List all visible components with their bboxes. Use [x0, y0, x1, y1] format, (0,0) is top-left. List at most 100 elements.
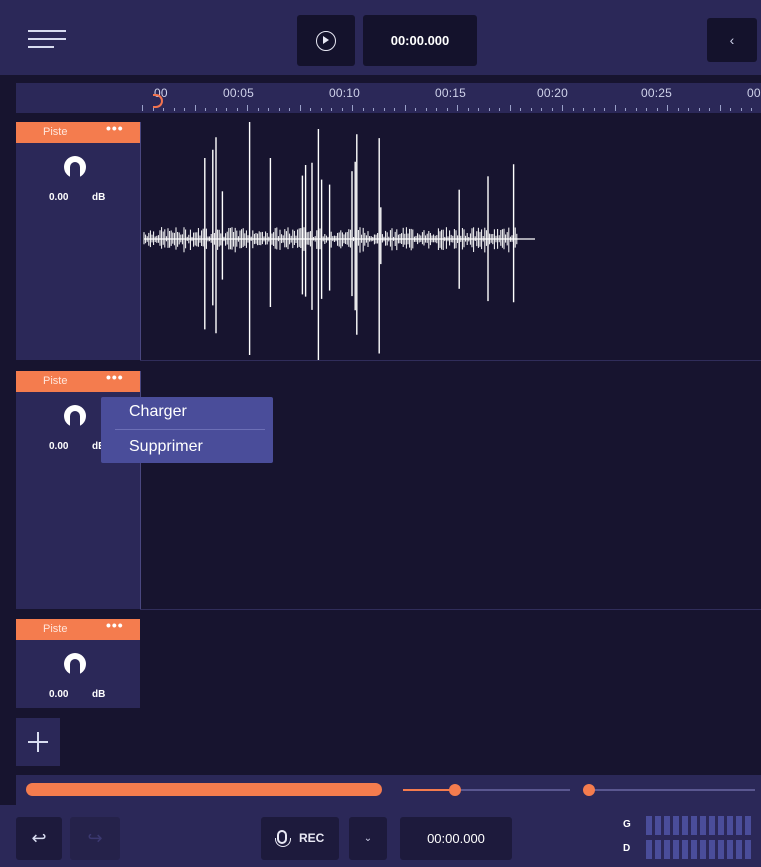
ruler-tick [278, 108, 280, 111]
audio-waveform[interactable] [140, 122, 761, 360]
menu-item-delete[interactable]: Supprimer [129, 438, 203, 456]
ruler-tick [488, 108, 490, 111]
chevron-down-icon: ⌄ [363, 833, 373, 844]
track-name: Piste [43, 126, 68, 138]
ruler-tick [499, 108, 500, 111]
track-name-bar[interactable]: Piste ••• [16, 120, 140, 143]
ruler-tick [614, 105, 616, 111]
gain-knob-icon[interactable] [64, 405, 86, 427]
meter-segment [646, 840, 652, 859]
ruler-tick [415, 108, 416, 111]
ruler-label: 00 [747, 86, 761, 100]
meter-segment [745, 840, 751, 859]
ruler-tick [698, 108, 700, 111]
track-options-button[interactable]: ••• [106, 617, 136, 635]
ruler-tick [751, 108, 752, 111]
ruler-tick [142, 105, 143, 111]
meter-segment [700, 816, 706, 835]
ruler-tick [677, 108, 679, 111]
ruler-tick [572, 108, 574, 111]
undo-button[interactable]: ↩ [16, 817, 62, 860]
ruler-tick [656, 108, 658, 111]
meter-segment [673, 816, 679, 835]
record-button[interactable]: REC [261, 817, 339, 860]
ruler-tick [562, 105, 563, 111]
ruler-tick [194, 105, 196, 111]
ruler-tick [331, 108, 332, 111]
meter-segment [745, 816, 751, 835]
ruler-tick [257, 108, 259, 111]
bottom-toolbar: ↩ ↪ REC ⌄ 00:00.000 G D [0, 805, 761, 867]
volume-slider-track[interactable] [585, 789, 755, 791]
gain-value: 0.00 [49, 441, 69, 452]
meter-segment [718, 816, 724, 835]
ruler-tick [268, 108, 269, 111]
ruler-tick [152, 108, 154, 111]
redo-icon: ↪ [87, 828, 103, 848]
ruler-tick [457, 105, 458, 111]
chevron-left-icon: ‹ [729, 32, 735, 48]
play-button[interactable] [297, 15, 355, 66]
ruler-tick [163, 108, 164, 111]
collapse-panel-button[interactable]: ‹ [707, 18, 757, 62]
ruler-tick [205, 108, 206, 111]
meter-right-label: D [623, 843, 631, 854]
track-name: Piste [43, 623, 68, 635]
level-meter-left [646, 816, 754, 835]
track-name-bar[interactable]: Piste ••• [16, 369, 140, 392]
horizontal-scroll-thumb[interactable] [26, 783, 382, 796]
gain-value: 0.00 [49, 192, 69, 203]
timeline-ruler[interactable]: 00 00:05 00:10 00:15 00:20 00:25 00 [16, 83, 761, 113]
track-options-button[interactable]: ••• [106, 120, 136, 138]
track-name: Piste [43, 375, 68, 387]
ruler-tick [541, 108, 542, 111]
record-time: 00:00.000 [400, 817, 512, 860]
track-separator [140, 360, 761, 361]
ruler-tick [320, 108, 322, 111]
ruler-label: 00:25 [641, 86, 673, 100]
ruler-tick [467, 108, 469, 111]
redo-button[interactable]: ↪ [70, 817, 120, 860]
ruler-label: 00:15 [435, 86, 467, 100]
ruler-tick [173, 108, 175, 111]
ruler-label: 00:20 [537, 86, 569, 100]
ruler-tick [478, 108, 479, 111]
hamburger-icon[interactable] [16, 15, 76, 60]
track-header: Piste ••• 0.00 dB [16, 120, 140, 360]
ruler-tick [362, 108, 364, 111]
track-separator [140, 609, 761, 610]
zoom-slider-thumb[interactable] [449, 784, 461, 796]
record-options-button[interactable]: ⌄ [349, 817, 387, 860]
gain-unit: dB [92, 689, 106, 700]
gain-knob-icon[interactable] [64, 653, 86, 675]
volume-slider-thumb[interactable] [583, 784, 595, 796]
meter-segment [736, 816, 742, 835]
microphone-icon [275, 830, 291, 847]
ruler-tick [530, 108, 532, 111]
ruler-tick [215, 108, 217, 111]
ruler-tick [404, 105, 406, 111]
meter-segment [736, 840, 742, 859]
meter-segment [646, 816, 652, 835]
ruler-label: 00:05 [223, 86, 255, 100]
ruler-tick [289, 108, 290, 111]
ruler-tick [436, 108, 437, 111]
ruler-tick [299, 105, 301, 111]
menu-item-load[interactable]: Charger [129, 403, 187, 421]
track-name-bar[interactable]: Piste ••• [16, 617, 140, 640]
ruler-tick [667, 105, 668, 111]
playhead-marker[interactable] [153, 94, 163, 108]
ruler-tick [373, 108, 374, 111]
meter-segment [655, 840, 661, 859]
undo-icon: ↩ [31, 828, 47, 848]
ruler-tick [352, 105, 353, 111]
add-track-button[interactable] [16, 718, 60, 766]
ruler-tick [310, 108, 311, 111]
meter-segment [727, 840, 733, 859]
meter-segment [718, 840, 724, 859]
gain-value: 0.00 [49, 689, 69, 700]
ruler-tick [551, 108, 553, 111]
gain-knob-icon[interactable] [64, 156, 86, 178]
gain-unit: dB [92, 192, 106, 203]
track-options-button[interactable]: ••• [106, 369, 136, 387]
